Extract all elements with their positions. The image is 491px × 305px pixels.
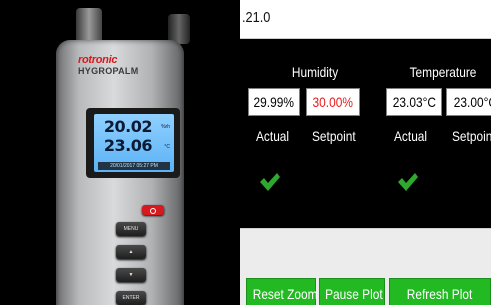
lcd-humidity-value: 20.02 [103,117,153,136]
humidity-title: Humidity [291,64,339,80]
humidity-actual-value: 29.99% [253,94,295,110]
pause-plot-label: Pause Plot [325,286,383,302]
lcd-temperature-value: 23.06 [103,136,153,155]
humidity-setpoint-label: Setpoint [312,128,356,144]
humidity-actual-label: Actual [256,128,290,144]
enter-key: ENTER [116,291,146,305]
window-title: .21.0 [242,9,271,26]
humidity-actual-field: 29.99% [248,88,300,116]
refresh-plot-button[interactable]: Refresh Plot [389,278,491,305]
down-key: ▼ [116,268,146,282]
temperature-setpoint-value: 23.00°C [453,94,491,110]
monitor-app-window: .21.0 Humidity Temperature 29.99% 30.00%… [240,0,491,305]
power-button-icon [142,205,164,215]
humidity-setpoint-value: 30.00% [312,94,354,110]
menu-key: MENU [116,222,146,236]
reset-zoom-button[interactable]: Reset Zoom [246,278,318,305]
temperature-check-icon [398,173,418,191]
temperature-setpoint-label: Setpoint [452,128,491,144]
humidity-check-icon [260,173,280,191]
device-photo: rotronic HYGROPALM 20.02 %rh 23.06 °C 20… [0,0,240,305]
up-key: ▲ [116,245,146,259]
reset-zoom-label: Reset Zoom [252,286,318,302]
humidity-setpoint-field[interactable]: 30.00% [306,88,360,116]
temperature-actual-value: 23.03°C [392,94,436,110]
probe-connector [76,8,102,44]
temperature-actual-field: 23.03°C [386,88,442,116]
lcd-display: 20.02 %rh 23.06 °C 20/01/2017 05:27 PM [94,114,174,172]
device-brand: rotronic [78,54,118,66]
pause-plot-button[interactable]: Pause Plot [319,278,385,305]
temperature-title: Temperature [409,64,477,80]
temperature-actual-label: Actual [394,128,428,144]
refresh-plot-label: Refresh Plot [407,286,473,302]
lcd-temperature-unit: °C [164,144,170,150]
window-titlebar: .21.0 [240,0,491,39]
lcd-humidity-unit: %rh [161,124,170,130]
temperature-setpoint-field[interactable]: 23.00°C [446,88,491,116]
device-model: HYGROPALM [78,66,139,76]
lcd-status-line: 20/01/2017 05:27 PM [98,162,170,170]
